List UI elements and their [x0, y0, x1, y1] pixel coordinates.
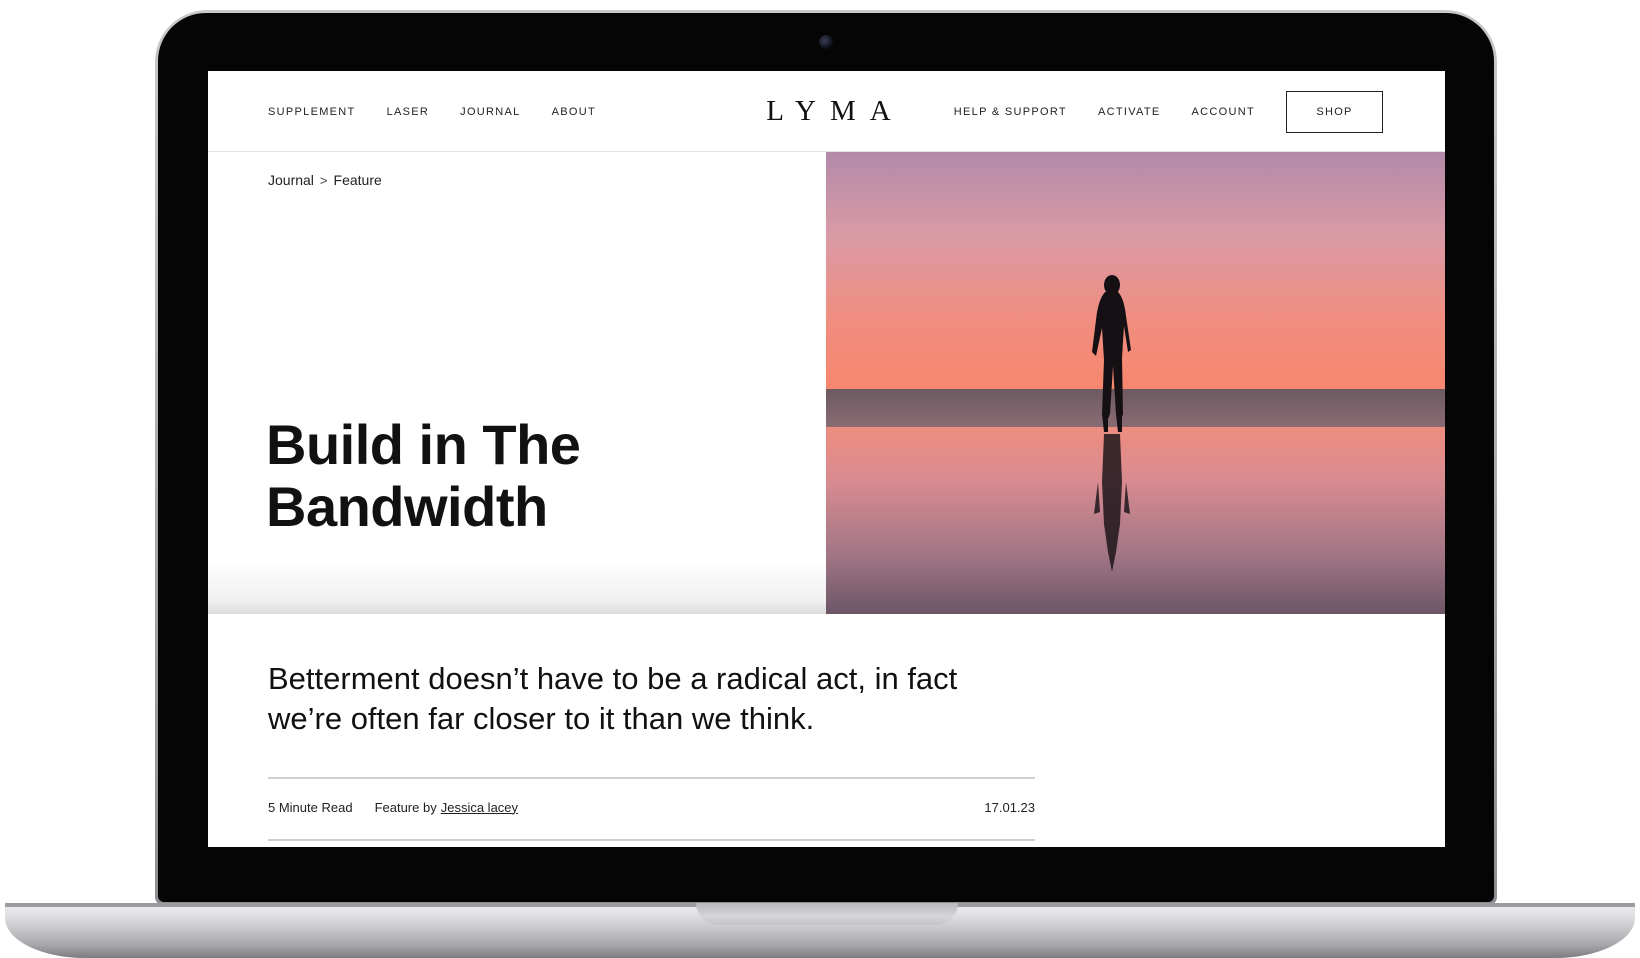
article-meta: 5 Minute Read Feature by Jessica lacey 1… — [268, 795, 1035, 819]
page-title-line-2: Bandwidth — [266, 475, 548, 538]
publish-date: 17.01.23 — [984, 799, 1035, 815]
nav-link-supplement[interactable]: SUPPLEMENT — [268, 106, 356, 118]
secondary-nav: HELP & SUPPORT ACTIVATE ACCOUNT SHOP — [954, 71, 1383, 152]
laptop-base-notch — [696, 903, 958, 925]
nav-link-activate[interactable]: ACTIVATE — [1098, 106, 1161, 118]
site-header: SUPPLEMENT LASER JOURNAL ABOUT LYMA HELP… — [208, 71, 1445, 152]
nav-link-about[interactable]: ABOUT — [552, 106, 596, 118]
read-time: 5 Minute Read — [268, 799, 353, 815]
shop-button[interactable]: SHOP — [1286, 90, 1383, 133]
nav-link-help-support[interactable]: HELP & SUPPORT — [954, 106, 1067, 118]
breadcrumb-link-journal[interactable]: Journal — [268, 172, 314, 188]
byline-prefix: Feature by — [374, 799, 437, 815]
camera-icon — [819, 35, 833, 49]
primary-nav: SUPPLEMENT LASER JOURNAL ABOUT — [268, 71, 627, 152]
breadcrumb: Journal > Feature — [268, 172, 382, 188]
article-lede: Betterment doesn’t have to be a radical … — [268, 661, 958, 736]
hero-text-panel: Journal > Feature Build in The Bandwidth — [208, 152, 826, 614]
nav-link-laser[interactable]: LASER — [387, 106, 430, 118]
divider-bottom — [268, 839, 1035, 841]
hero-image — [826, 152, 1445, 614]
page-title: Build in The Bandwidth — [266, 414, 786, 538]
breadcrumb-separator: > — [319, 172, 328, 188]
nav-link-account[interactable]: ACCOUNT — [1192, 106, 1256, 118]
browser-viewport: SUPPLEMENT LASER JOURNAL ABOUT LYMA HELP… — [208, 71, 1445, 847]
breadcrumb-current: Feature — [333, 172, 382, 188]
page-title-line-1: Build in The — [266, 413, 581, 476]
nav-link-journal[interactable]: JOURNAL — [460, 106, 520, 118]
hero-photo-woman-at-sunset — [826, 152, 1445, 614]
author-link[interactable]: Jessica lacey — [441, 800, 518, 815]
brand-logo[interactable]: LYMA — [746, 93, 911, 129]
divider-top — [268, 777, 1035, 779]
